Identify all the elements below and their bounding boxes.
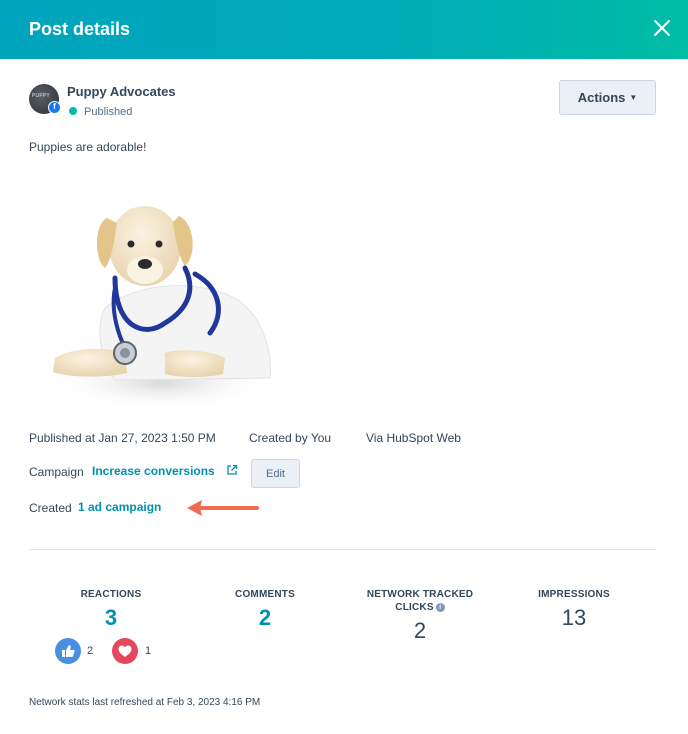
heart-icon <box>112 638 138 664</box>
campaign-label: Campaign <box>29 465 84 479</box>
created-by: Created by You <box>249 431 332 445</box>
reactions-stat: REACTIONS 3 <box>31 588 191 631</box>
divider <box>29 549 656 550</box>
clicks-label-line2-text: CLICKS <box>395 602 434 613</box>
clicks-label-line2: CLICKS i <box>340 601 500 614</box>
edit-campaign-button[interactable]: Edit <box>251 459 300 488</box>
close-icon[interactable] <box>652 18 672 38</box>
impressions-value: 13 <box>561 605 587 630</box>
actions-button[interactable]: Actions ▼ <box>559 80 656 115</box>
account-name: Puppy Advocates <box>67 84 176 99</box>
status-dot-icon <box>69 107 77 115</box>
external-link-icon[interactable] <box>226 464 238 476</box>
thumbs-up-icon <box>55 638 81 664</box>
clicks-label-line1: NETWORK TRACKED <box>366 589 474 600</box>
status-badge: Published <box>84 106 133 118</box>
post-text: Puppies are adorable! <box>29 140 147 154</box>
ad-campaign-link[interactable]: 1 ad campaign <box>78 500 161 514</box>
comments-label: COMMENTS <box>235 589 295 600</box>
impressions-stat: IMPRESSIONS 13 <box>494 588 654 631</box>
modal-title: Post details <box>29 19 131 39</box>
published-via: Via HubSpot Web <box>366 431 461 445</box>
likes-count: 2 <box>87 645 94 657</box>
created-label: Created <box>29 501 72 515</box>
stats-refresh-note: Network stats last refreshed at Feb 3, 2… <box>29 697 261 708</box>
loves-count: 1 <box>145 645 152 657</box>
avatar: PUPPY f <box>29 84 61 114</box>
actions-button-label: Actions <box>577 90 626 105</box>
annotation-arrow-icon <box>187 500 259 516</box>
clicks-value: 2 <box>413 618 427 643</box>
avatar-text: PUPPY <box>32 93 50 99</box>
caret-down-icon: ▼ <box>629 93 638 102</box>
published-date: Published at Jan 27, 2023 1:50 PM <box>29 431 216 445</box>
network-clicks-stat: NETWORK TRACKED CLICKS i 2 <box>340 588 500 644</box>
info-icon[interactable]: i <box>435 603 445 612</box>
post-image <box>47 206 277 411</box>
impressions-label: IMPRESSIONS <box>538 589 610 600</box>
facebook-icon: f <box>48 101 61 114</box>
campaign-link[interactable]: Increase conversions <box>92 464 215 478</box>
reactions-value[interactable]: 3 <box>105 605 117 631</box>
modal-header: Post details <box>0 0 688 59</box>
comments-value[interactable]: 2 <box>259 605 271 631</box>
comments-stat: COMMENTS 2 <box>185 588 345 631</box>
reactions-label: REACTIONS <box>80 589 142 600</box>
